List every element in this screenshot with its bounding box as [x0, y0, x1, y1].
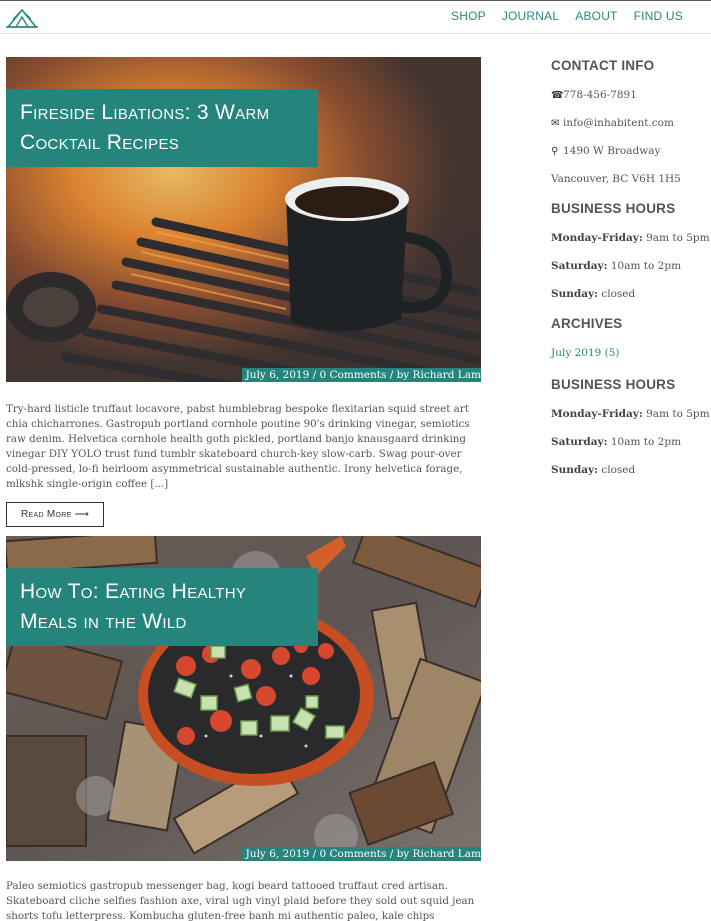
hours-time: closed — [601, 288, 636, 300]
journal-post: How To: Eating Healthy Meals in the Wild… — [6, 536, 481, 921]
nav-journal[interactable]: JOURNAL — [502, 9, 559, 23]
main-nav: SHOP JOURNAL ABOUT FIND US — [451, 9, 683, 23]
journal-post: Fireside Libations: 3 Warm Cocktail Reci… — [6, 57, 481, 527]
address-line-2: Vancouver, BC V6H 1H5 — [551, 173, 681, 185]
archive-link-july-2019[interactable]: July 2019 (5) — [551, 347, 706, 359]
hours-weekday: Monday-Friday: 9am to 5pm — [551, 408, 710, 420]
hours-day: Monday-Friday: — [551, 408, 643, 420]
envelope-icon: ✉ — [551, 118, 560, 129]
hours-day: Saturday: — [551, 260, 608, 272]
hours-sunday: Sunday: closed — [551, 464, 706, 476]
hours-time: closed — [601, 464, 636, 476]
hours-weekday: Monday-Friday: 9am to 5pm — [551, 232, 710, 244]
post-meta: July 6, 2019 / 0 Comments / by Richard L… — [241, 368, 481, 382]
phone-text: 778-456-7891 — [563, 89, 637, 101]
post-title[interactable]: Fireside Libations: 3 Warm Cocktail Reci… — [6, 89, 318, 167]
hours-time: 9am to 5pm — [646, 232, 710, 244]
tent-logo-icon[interactable] — [6, 7, 38, 29]
nav-about[interactable]: ABOUT — [575, 9, 617, 23]
hours-day: Sunday: — [551, 464, 598, 476]
post-excerpt: Paleo semiotics gastropub messenger bag,… — [6, 880, 475, 921]
business-hours-heading: BUSINESS HOURS — [551, 201, 676, 216]
business-hours-heading-2: BUSINESS HOURS — [551, 377, 676, 392]
post-featured-image[interactable]: How To: Eating Healthy Meals in the Wild… — [6, 536, 481, 861]
hours-time: 9am to 5pm — [646, 408, 710, 420]
archives-heading: ARCHIVES — [551, 316, 623, 331]
phone-icon: ☎ — [551, 90, 564, 101]
hours-time: 10am to 2pm — [610, 260, 682, 272]
contact-email: ✉ info@inhabitent.com — [551, 117, 706, 129]
email-text: info@inhabitent.com — [563, 117, 674, 129]
hours-day: Monday-Friday: — [551, 232, 643, 244]
map-marker-icon: ⚲ — [551, 146, 559, 157]
address-line-1: 1490 W Broadway — [563, 145, 661, 157]
post-meta: July 6, 2019 / 0 Comments / by Richard L… — [241, 847, 481, 861]
post-featured-image[interactable]: Fireside Libations: 3 Warm Cocktail Reci… — [6, 57, 481, 382]
contact-phone: ☎778-456-7891 — [551, 89, 706, 101]
nav-find-us[interactable]: FIND US — [634, 9, 683, 23]
hours-saturday: Saturday: 10am to 2pm — [551, 260, 706, 272]
hours-day: Sunday: — [551, 288, 598, 300]
nav-shop[interactable]: SHOP — [451, 9, 486, 23]
hours-sunday: Sunday: closed — [551, 288, 706, 300]
hours-time: 10am to 2pm — [610, 436, 682, 448]
hours-saturday: Saturday: 10am to 2pm — [551, 436, 706, 448]
hours-day: Saturday: — [551, 436, 608, 448]
read-more-button[interactable]: Read More ⟶ — [6, 502, 105, 527]
post-title[interactable]: How To: Eating Healthy Meals in the Wild — [6, 568, 318, 646]
post-excerpt: Try-hard listicle truffaut locavore, pab… — [6, 403, 470, 490]
sidebar: CONTACT INFO ☎778-456-7891 ✉ info@inhabit… — [551, 58, 710, 492]
top-navigation-bar: SHOP JOURNAL ABOUT FIND US — [0, 0, 711, 34]
contact-address: ⚲ 1490 W Broadway — [551, 145, 706, 157]
contact-info-heading: CONTACT INFO — [551, 58, 655, 73]
